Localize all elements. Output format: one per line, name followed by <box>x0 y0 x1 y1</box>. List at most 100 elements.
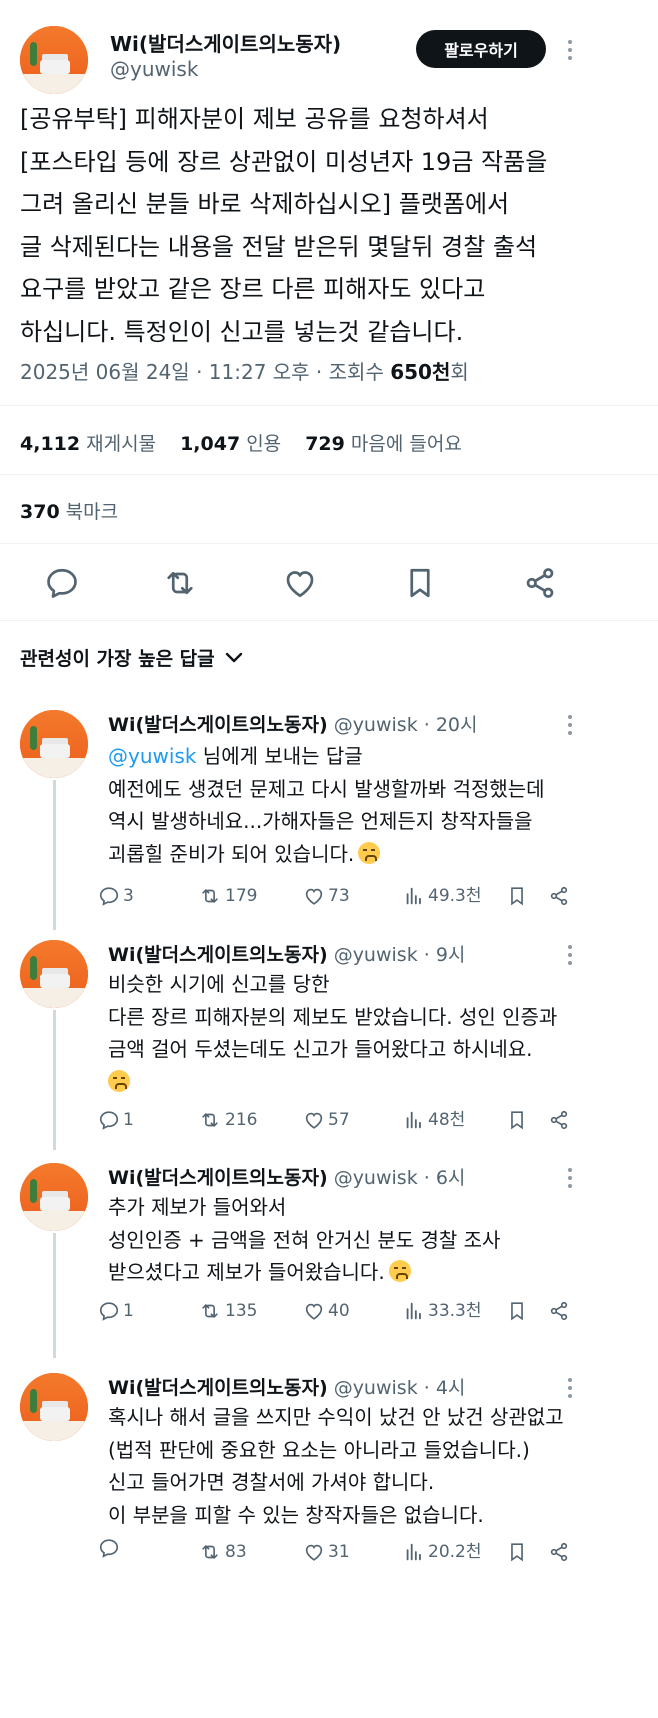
like-label[interactable]: 마음에 들어요 <box>351 433 462 455</box>
bookmark-count[interactable]: 370 <box>20 501 60 523</box>
post-text-line: 그려 올리신 분들 바로 삭제하십시오] 플랫폼에서 <box>20 190 510 218</box>
reply-text-line: 역시 발생하네요...가해자들은 언제든지 창작자들을 <box>108 809 533 833</box>
post-text-line: 요구를 받았고 같은 장르 다른 피해자도 있다고 <box>20 275 486 303</box>
like-icon[interactable] <box>282 565 318 601</box>
post-text-line: 하십니다. 특정인이 신고를 넣는것 같습니다. <box>20 317 464 346</box>
repost-count: 83 <box>225 1542 247 1562</box>
more-options-icon[interactable] <box>560 714 580 736</box>
reply-button[interactable]: 1 <box>98 1296 134 1326</box>
share-icon[interactable] <box>548 1300 570 1322</box>
avatar[interactable] <box>20 940 88 1008</box>
views-button[interactable]: 49.3천 <box>403 881 482 911</box>
reply-count: 1 <box>123 1301 134 1321</box>
follow-button[interactable]: 팔로우하기 <box>416 30 546 68</box>
repost-icon <box>202 1304 218 1318</box>
repost-icon[interactable] <box>162 565 198 601</box>
repost-button[interactable]: 83 <box>198 1537 247 1567</box>
repost-button[interactable]: 179 <box>198 881 257 911</box>
bookmark-label[interactable]: 북마크 <box>66 501 118 523</box>
reply-author-name[interactable]: Wi(발더스게이트의노동자) <box>108 714 328 736</box>
reply-author-name[interactable]: Wi(발더스게이트의노동자) <box>108 944 328 966</box>
quote-count[interactable]: 1,047 <box>180 433 240 455</box>
views-button[interactable]: 20.2천 <box>403 1537 482 1567</box>
view-count: 49.3천 <box>428 886 482 906</box>
avatar[interactable] <box>20 710 88 778</box>
reply-count: 3 <box>123 886 134 906</box>
bookmark-icon[interactable] <box>506 885 528 907</box>
reply-action-bar: 1 216 57 48천 <box>98 1105 578 1135</box>
bookmark-icon[interactable] <box>506 1300 528 1322</box>
view-count: 20.2천 <box>428 1542 482 1562</box>
reply-text-line: 비슷한 시기에 신고를 당한 <box>108 972 330 996</box>
reply-text-line: 받으셨다고 제보가 들어왔습니다. <box>108 1260 385 1284</box>
thread-line <box>53 1010 56 1150</box>
more-options-icon[interactable] <box>560 944 580 966</box>
mention-link[interactable]: @yuwisk <box>108 744 196 768</box>
reply-icon[interactable] <box>44 565 80 601</box>
reply-author-name[interactable]: Wi(발더스게이트의노동자) <box>108 1167 328 1189</box>
like-count: 31 <box>328 1542 350 1562</box>
like-button[interactable]: 40 <box>303 1296 350 1326</box>
views-button[interactable]: 48천 <box>403 1105 465 1135</box>
avatar[interactable] <box>20 26 88 94</box>
reply-item[interactable]: Wi(발더스게이트의노동자) @yuwisk · 4시 혹시나 해서 글을 쓰지… <box>0 1363 658 1718</box>
repost-icon <box>202 1545 218 1559</box>
reply-button[interactable]: 1 <box>98 1105 134 1135</box>
like-button[interactable]: 73 <box>303 881 350 911</box>
divider <box>0 543 658 544</box>
author-name[interactable]: Wi(발더스게이트의노동자) <box>110 28 341 57</box>
reply-to-text: 님에게 보내는 답글 <box>196 744 363 768</box>
post-timestamp[interactable]: 2025년 06월 24일 · 11:27 오후 · 조회수 <box>20 360 390 384</box>
author-handle[interactable]: @yuwisk <box>110 57 198 81</box>
reply-count: 1 <box>123 1110 134 1130</box>
thread-line <box>53 780 56 930</box>
like-button[interactable]: 31 <box>303 1537 350 1567</box>
share-icon[interactable] <box>548 1109 570 1131</box>
reply-icon <box>99 1539 119 1558</box>
like-count[interactable]: 729 <box>305 433 345 455</box>
bookmark-icon[interactable] <box>506 1109 528 1131</box>
share-icon[interactable] <box>548 885 570 907</box>
like-count: 73 <box>328 886 350 906</box>
reply-handle-time[interactable]: @yuwisk · 4시 <box>334 1377 466 1399</box>
like-button[interactable]: 57 <box>303 1105 350 1135</box>
reply-author-name[interactable]: Wi(발더스게이트의노동자) <box>108 1377 328 1399</box>
like-count: 40 <box>328 1301 350 1321</box>
divider <box>0 474 658 475</box>
reply-handle-time[interactable]: @yuwisk · 20시 <box>334 714 478 736</box>
thread-line <box>53 1233 56 1358</box>
reply-handle-time[interactable]: @yuwisk · 9시 <box>334 944 466 966</box>
reply-sort-dropdown[interactable]: 관련성이 가장 높은 답글 <box>20 644 243 671</box>
views-button[interactable]: 33.3천 <box>403 1296 482 1326</box>
repost-button[interactable]: 135 <box>198 1296 257 1326</box>
like-icon <box>305 1112 323 1129</box>
reply-icon <box>99 1302 119 1321</box>
view-count: 650천 <box>390 360 451 384</box>
more-options-icon[interactable] <box>560 1377 580 1399</box>
like-icon <box>305 1544 323 1561</box>
more-options-icon[interactable] <box>560 39 580 61</box>
reply-action-bar: 3 179 73 49.3천 <box>98 881 578 911</box>
reply-handle-time[interactable]: @yuwisk · 6시 <box>334 1167 466 1189</box>
post-text: [공유부탁] 피해자분이 제보 공유를 요청하셔서 [포스타입 등에 장르 상관… <box>20 98 630 353</box>
quote-label[interactable]: 인용 <box>246 433 281 455</box>
repost-button[interactable]: 216 <box>198 1105 257 1135</box>
weary-face-emoji-icon <box>388 1260 411 1282</box>
reply-button[interactable] <box>98 1537 123 1559</box>
bookmark-icon[interactable] <box>402 565 438 601</box>
reply-button[interactable]: 3 <box>98 881 134 911</box>
repost-label[interactable]: 재게시물 <box>86 433 156 455</box>
avatar[interactable] <box>20 1373 88 1441</box>
reply-icon <box>99 1111 119 1130</box>
repost-count[interactable]: 4,112 <box>20 433 80 455</box>
reply-item[interactable]: Wi(발더스게이트의노동자) @yuwisk · 20시 @yuwisk 님에게… <box>0 700 658 940</box>
reply-item[interactable]: Wi(발더스게이트의노동자) @yuwisk · 9시 비슷한 시기에 신고를 … <box>0 930 658 1150</box>
more-options-icon[interactable] <box>560 1167 580 1189</box>
share-icon[interactable] <box>522 565 558 601</box>
reply-item[interactable]: Wi(발더스게이트의노동자) @yuwisk · 6시 추가 제보가 들어와서 … <box>0 1153 658 1358</box>
share-icon[interactable] <box>548 1541 570 1563</box>
bookmark-icon[interactable] <box>506 1541 528 1563</box>
repost-count: 216 <box>225 1110 258 1130</box>
avatar[interactable] <box>20 1163 88 1231</box>
repost-count: 135 <box>225 1301 258 1321</box>
